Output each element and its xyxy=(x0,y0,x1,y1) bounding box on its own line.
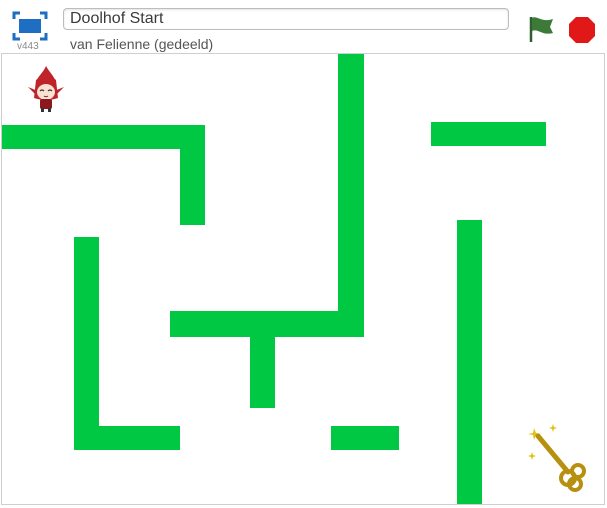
player-sprite[interactable] xyxy=(22,64,74,114)
fullscreen-icon xyxy=(12,11,48,41)
maze-wall xyxy=(2,125,205,149)
stage-canvas[interactable] xyxy=(1,53,605,505)
maze-wall xyxy=(250,311,275,408)
stop-button[interactable] xyxy=(568,16,596,44)
key-sprite[interactable] xyxy=(524,422,590,494)
player-header: v443 van Felienne (gedeeld) xyxy=(0,0,607,54)
green-flag-button[interactable] xyxy=(527,14,555,44)
green-flag-icon xyxy=(529,17,553,42)
scratch-player: v443 van Felienne (gedeeld) xyxy=(0,0,607,508)
fullscreen-button[interactable] xyxy=(12,10,48,42)
stop-icon xyxy=(569,17,595,43)
maze-wall xyxy=(338,54,364,337)
project-title-field[interactable] xyxy=(63,8,509,30)
author-label: van Felienne (gedeeld) xyxy=(70,36,214,52)
maze-wall xyxy=(74,237,99,450)
version-label: v443 xyxy=(17,41,39,52)
maze-wall xyxy=(180,125,205,225)
maze-wall xyxy=(457,220,482,504)
maze-wall xyxy=(74,426,180,450)
maze-wall xyxy=(331,426,399,450)
maze-wall xyxy=(431,122,546,146)
